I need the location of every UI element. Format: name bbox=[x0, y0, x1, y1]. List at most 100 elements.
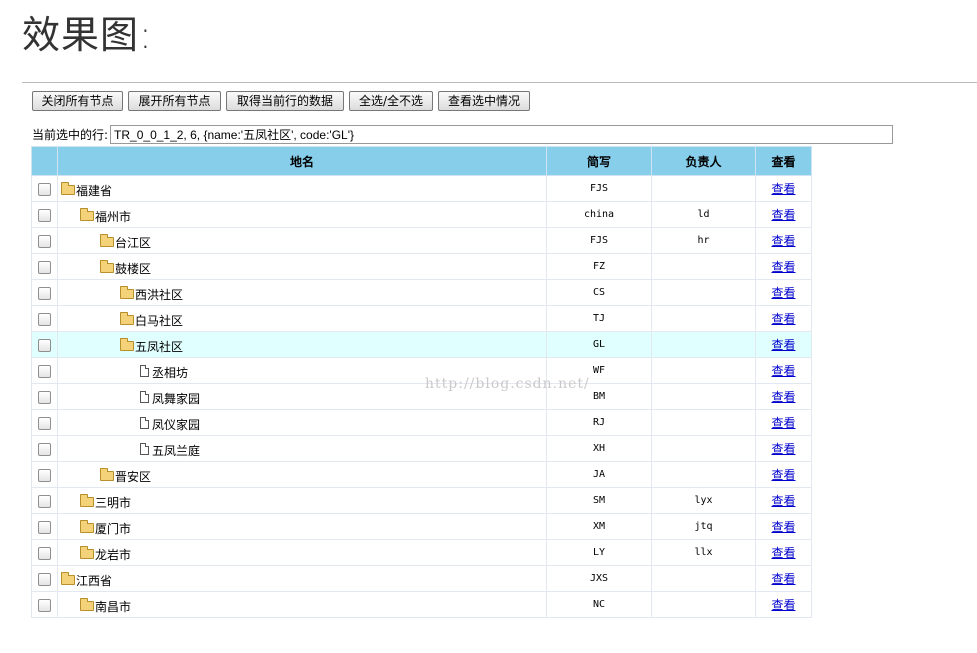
row-checkbox[interactable] bbox=[38, 208, 51, 222]
view-link[interactable]: 查看 bbox=[771, 390, 795, 404]
view-link[interactable]: 查看 bbox=[771, 442, 795, 456]
row-checkbox[interactable] bbox=[38, 234, 51, 248]
view-link[interactable]: 查看 bbox=[771, 520, 795, 534]
table-row[interactable]: 厦门市 XM jtq 查看 bbox=[31, 513, 812, 540]
node-name: 龙岩市 bbox=[95, 548, 132, 562]
view-link[interactable]: 查看 bbox=[771, 182, 795, 196]
folder-icon[interactable] bbox=[120, 311, 134, 325]
code-cell: SM bbox=[546, 487, 652, 514]
name-cell: 西洪社区 bbox=[57, 279, 547, 306]
owner-cell bbox=[651, 253, 756, 280]
header-name: 地名 bbox=[57, 146, 547, 176]
folder-icon[interactable] bbox=[80, 545, 94, 559]
row-checkbox[interactable] bbox=[38, 546, 51, 560]
row-checkbox[interactable] bbox=[38, 494, 51, 508]
table-row[interactable]: 凤仪家园 RJ 查看 bbox=[31, 409, 812, 436]
row-checkbox[interactable] bbox=[38, 182, 51, 196]
table-row[interactable]: 西洪社区 CS 查看 bbox=[31, 279, 812, 306]
folder-icon[interactable] bbox=[100, 259, 114, 273]
view-link[interactable]: 查看 bbox=[771, 286, 795, 300]
view-link[interactable]: 查看 bbox=[771, 546, 795, 560]
view-checked-button[interactable]: 查看选中情况 bbox=[438, 91, 530, 111]
folder-icon[interactable] bbox=[120, 285, 134, 299]
table-body: 福建省 FJS 查看 福州市 china ld 查看 台江区 FJS hr 查看 鼓楼区 FZ 查看 西洪社… bbox=[31, 175, 812, 618]
row-checkbox[interactable] bbox=[38, 416, 51, 430]
row-checkbox[interactable] bbox=[38, 312, 51, 326]
table-row[interactable]: 福州市 china ld 查看 bbox=[31, 201, 812, 228]
view-link[interactable]: 查看 bbox=[771, 468, 795, 482]
row-checkbox[interactable] bbox=[38, 286, 51, 300]
view-link[interactable]: 查看 bbox=[771, 494, 795, 508]
view-link[interactable]: 查看 bbox=[771, 364, 795, 378]
table-row[interactable]: 江西省 JXS 查看 bbox=[31, 565, 812, 592]
header-code: 简写 bbox=[546, 146, 652, 176]
node-name: 厦门市 bbox=[95, 522, 132, 536]
table-row[interactable]: 晋安区 JA 查看 bbox=[31, 461, 812, 488]
row-checkbox[interactable] bbox=[38, 572, 51, 586]
view-link[interactable]: 查看 bbox=[771, 208, 795, 222]
get-current-row-button[interactable]: 取得当前行的数据 bbox=[226, 91, 344, 111]
owner-cell: jtq bbox=[651, 513, 756, 540]
code-cell: FJS bbox=[546, 227, 652, 254]
code-cell: FJS bbox=[546, 175, 652, 202]
row-checkbox[interactable] bbox=[38, 520, 51, 534]
table-row[interactable]: 龙岩市 LY llx 查看 bbox=[31, 539, 812, 566]
file-icon bbox=[140, 390, 149, 403]
row-checkbox[interactable] bbox=[38, 598, 51, 612]
table-row[interactable]: 五凤兰庭 XH 查看 bbox=[31, 435, 812, 462]
table-row[interactable]: 白马社区 TJ 查看 bbox=[31, 305, 812, 332]
folder-icon[interactable] bbox=[120, 337, 134, 351]
table-row[interactable]: 台江区 FJS hr 查看 bbox=[31, 227, 812, 254]
table-row[interactable]: 丞相坊 WF 查看 bbox=[31, 357, 812, 384]
name-cell: 鼓楼区 bbox=[57, 253, 547, 280]
folder-icon[interactable] bbox=[80, 597, 94, 611]
toggle-select-all-button[interactable]: 全选/全不选 bbox=[349, 91, 433, 111]
code-cell: JXS bbox=[546, 565, 652, 592]
folder-icon[interactable] bbox=[80, 207, 94, 221]
view-link[interactable]: 查看 bbox=[771, 572, 795, 586]
owner-cell bbox=[651, 279, 756, 306]
node-name: 凤舞家园 bbox=[152, 392, 201, 406]
row-checkbox[interactable] bbox=[38, 260, 51, 274]
owner-cell bbox=[651, 357, 756, 384]
owner-cell bbox=[651, 305, 756, 332]
folder-icon[interactable] bbox=[100, 467, 114, 481]
row-checkbox[interactable] bbox=[38, 338, 51, 352]
folder-icon[interactable] bbox=[80, 493, 94, 507]
folder-icon[interactable] bbox=[80, 519, 94, 533]
table-row[interactable]: 南昌市 NC 查看 bbox=[31, 591, 812, 618]
folder-icon[interactable] bbox=[61, 181, 75, 195]
code-cell: china bbox=[546, 201, 652, 228]
view-link[interactable]: 查看 bbox=[771, 416, 795, 430]
row-checkbox[interactable] bbox=[38, 364, 51, 378]
node-name: 鼓楼区 bbox=[115, 262, 152, 276]
table-row[interactable]: 五凤社区 GL 查看 bbox=[31, 331, 812, 358]
view-link[interactable]: 查看 bbox=[771, 312, 795, 326]
view-link[interactable]: 查看 bbox=[771, 338, 795, 352]
row-checkbox[interactable] bbox=[38, 468, 51, 482]
name-cell: 凤仪家园 bbox=[57, 409, 547, 436]
table-row[interactable]: 福建省 FJS 查看 bbox=[31, 175, 812, 202]
row-checkbox[interactable] bbox=[38, 442, 51, 456]
file-icon bbox=[140, 442, 149, 455]
view-link[interactable]: 查看 bbox=[771, 598, 795, 612]
name-cell: 丞相坊 bbox=[57, 357, 547, 384]
table-row[interactable]: 三明市 SM lyx 查看 bbox=[31, 487, 812, 514]
view-link[interactable]: 查看 bbox=[771, 234, 795, 248]
expand-all-button[interactable]: 展开所有节点 bbox=[128, 91, 221, 111]
folder-icon[interactable] bbox=[100, 233, 114, 247]
collapse-all-button[interactable]: 关闭所有节点 bbox=[32, 91, 123, 111]
node-name: 白马社区 bbox=[135, 314, 184, 328]
owner-cell bbox=[651, 461, 756, 488]
table-row[interactable]: 鼓楼区 FZ 查看 bbox=[31, 253, 812, 280]
row-checkbox[interactable] bbox=[38, 390, 51, 404]
folder-icon[interactable] bbox=[61, 571, 75, 585]
view-link[interactable]: 查看 bbox=[771, 260, 795, 274]
current-row-field[interactable] bbox=[110, 125, 894, 144]
name-cell: 凤舞家园 bbox=[57, 383, 547, 410]
page-heading: 效果图: bbox=[22, 13, 153, 57]
table-row[interactable]: 凤舞家园 BM 查看 bbox=[31, 383, 812, 410]
code-cell: GL bbox=[546, 331, 652, 358]
name-cell: 白马社区 bbox=[57, 305, 547, 332]
code-cell: CS bbox=[546, 279, 652, 306]
